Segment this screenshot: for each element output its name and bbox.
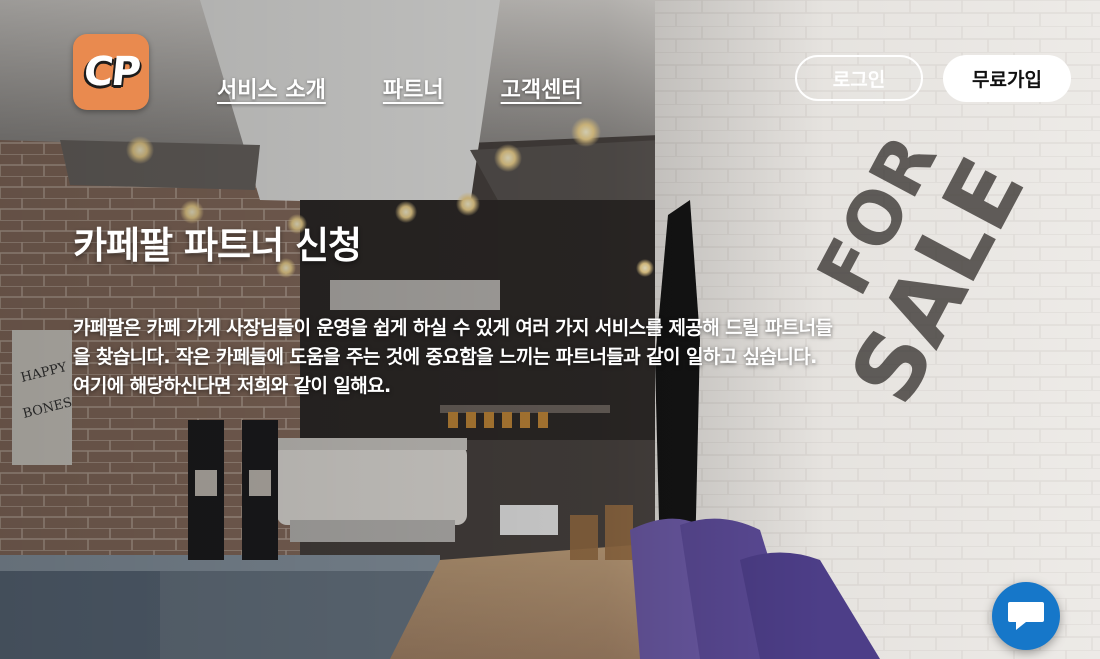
nav-item-customer-center[interactable]: 고객센터 xyxy=(501,72,582,104)
nav-item-partner[interactable]: 파트너 xyxy=(383,72,444,104)
page-description: 카페팔은 카페 가게 사장님들이 운영을 쉽게 하실 수 있게 여러 가지 서비… xyxy=(73,317,833,397)
chat-widget-button[interactable] xyxy=(992,582,1060,650)
nav-item-service-intro[interactable]: 서비스 소개 xyxy=(217,72,326,104)
main-nav: 서비스 소개 파트너 고객센터 xyxy=(217,72,582,104)
chat-bubble-icon xyxy=(1008,602,1044,630)
hero-section: FOR SALE HAPPY B xyxy=(0,0,1100,659)
logo-text: CP xyxy=(81,49,141,95)
free-signup-button[interactable]: 무료가입 xyxy=(943,55,1071,102)
page-title: 카페팔 파트너 신청 xyxy=(73,224,362,267)
cafepal-logo[interactable]: CP xyxy=(73,34,149,110)
login-button[interactable]: 로그인 xyxy=(795,55,923,101)
